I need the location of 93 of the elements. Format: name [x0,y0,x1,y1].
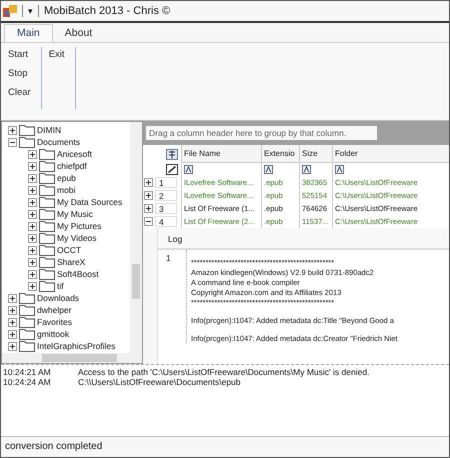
folder-icon [39,220,55,232]
tree-item[interactable]: tif [57,281,64,291]
row-number[interactable]: 3 [155,203,177,214]
expand-icon[interactable] [8,318,17,326]
tree-item[interactable]: My Music [57,209,93,219]
expand-icon[interactable] [28,246,37,254]
expand-icon[interactable] [8,126,17,134]
horizontal-scrollbar[interactable] [2,353,142,363]
expand-icon[interactable] [28,210,37,218]
message-time: 10:24:21 AM [2,367,52,377]
filter-editor-icon[interactable] [166,164,178,175]
tree-item[interactable]: OCCT [57,245,82,255]
folder-icon [39,172,55,184]
status-bar: conversion completed [1,436,449,457]
message-text: C:\\Users\ListOfFreeware\Documents\epub [78,377,241,387]
filter-icon[interactable] [264,165,273,174]
ribbon-button[interactable]: Stop [6,66,33,81]
ribbon-button[interactable]: Clear [6,85,33,100]
window-title: MobiBatch 2013 - Chris © [44,5,170,17]
folder-icon [39,148,55,160]
folder-icon [39,280,55,292]
column-header[interactable]: Folder [332,145,449,163]
tree-item[interactable]: DIMIN [37,125,62,135]
filter-icon[interactable] [184,165,193,174]
expand-icon[interactable] [8,330,17,338]
filter-icon[interactable] [335,165,344,174]
folder-icon [19,136,35,148]
folder-icon [39,184,55,196]
ribbon-button[interactable]: Exit [46,47,67,62]
tree-item[interactable]: ShareX [57,257,86,267]
expand-icon[interactable] [8,306,17,314]
expand-icon[interactable] [28,174,37,182]
folder-icon [39,256,55,268]
folder-icon [19,304,35,316]
tree-item[interactable]: IntelGraphicsProfiles [37,341,116,351]
line-number: 1 [158,250,187,344]
folder-icon [39,208,55,220]
tree-item[interactable]: My Videos [57,233,97,243]
ribbon-tab[interactable]: About [52,25,104,42]
folder-icon [39,244,55,256]
expand-icon[interactable] [28,222,37,230]
expand-icon[interactable] [8,294,17,302]
app-icon [3,5,17,17]
expand-icon[interactable] [28,234,37,242]
tree-item[interactable]: epub [57,173,76,183]
folder-icon [19,124,35,136]
quick-access-dropdown[interactable]: ▾ [28,6,33,16]
tree-item[interactable]: Anicesoft [57,149,92,159]
log-header: Log [158,228,449,250]
row-number[interactable]: 1 [155,177,177,188]
expand-icon[interactable] [144,191,153,200]
message-text: Access to the path 'C:\Users\ListOfFreeware\Documents\My Music' is denied. [78,367,370,377]
folder-icon [19,316,35,328]
tree-item[interactable]: Soft4Boost [57,269,99,279]
row-number[interactable]: 2 [155,190,177,201]
message-time: 10:24:24 AM [2,377,52,387]
expand-icon[interactable] [28,162,37,170]
folder-icon [39,160,55,172]
filter-icon[interactable] [302,165,311,174]
folder-icon [39,232,55,244]
folder-icon [19,292,35,304]
column-header[interactable]: Size [299,145,332,163]
collapse-icon[interactable] [144,217,153,226]
column-header[interactable]: Extensio [261,145,299,163]
vertical-scrollbar[interactable] [130,122,142,353]
tree-item[interactable]: Downloads [37,293,80,303]
expand-icon[interactable] [28,198,37,206]
expand-icon[interactable] [144,204,153,213]
folder-icon [39,196,55,208]
tree-item[interactable]: My Pictures [57,221,102,231]
folder-icon [19,328,35,340]
folder-icon [39,268,55,280]
collapse-icon[interactable] [8,138,17,146]
tree-item[interactable]: My Data Sources [57,197,122,207]
expand-icon[interactable] [28,150,37,158]
expand-icon[interactable] [8,342,17,350]
expand-icon[interactable] [28,270,37,278]
tree-item[interactable]: gmittook [37,329,70,339]
tree-item[interactable]: chiefpdf [57,161,87,171]
column-chooser-icon[interactable] [166,148,178,160]
tree-item[interactable]: Documents [37,137,80,147]
tree-item[interactable]: dwhelper [37,305,72,315]
expand-icon[interactable] [144,178,153,187]
expand-icon[interactable] [28,186,37,194]
tree-item[interactable]: Favorites [37,317,72,327]
column-header[interactable]: File Name [181,145,261,163]
row-number[interactable]: 4 [155,216,177,227]
expand-icon[interactable] [28,258,37,266]
group-by-hint: Drag a column header here to group by that column. [146,126,377,140]
ribbon-button[interactable]: Start [6,47,33,62]
tree-item[interactable]: mobi [57,185,76,195]
expand-icon[interactable] [28,282,37,290]
ribbon-tab[interactable]: Main [4,24,53,42]
